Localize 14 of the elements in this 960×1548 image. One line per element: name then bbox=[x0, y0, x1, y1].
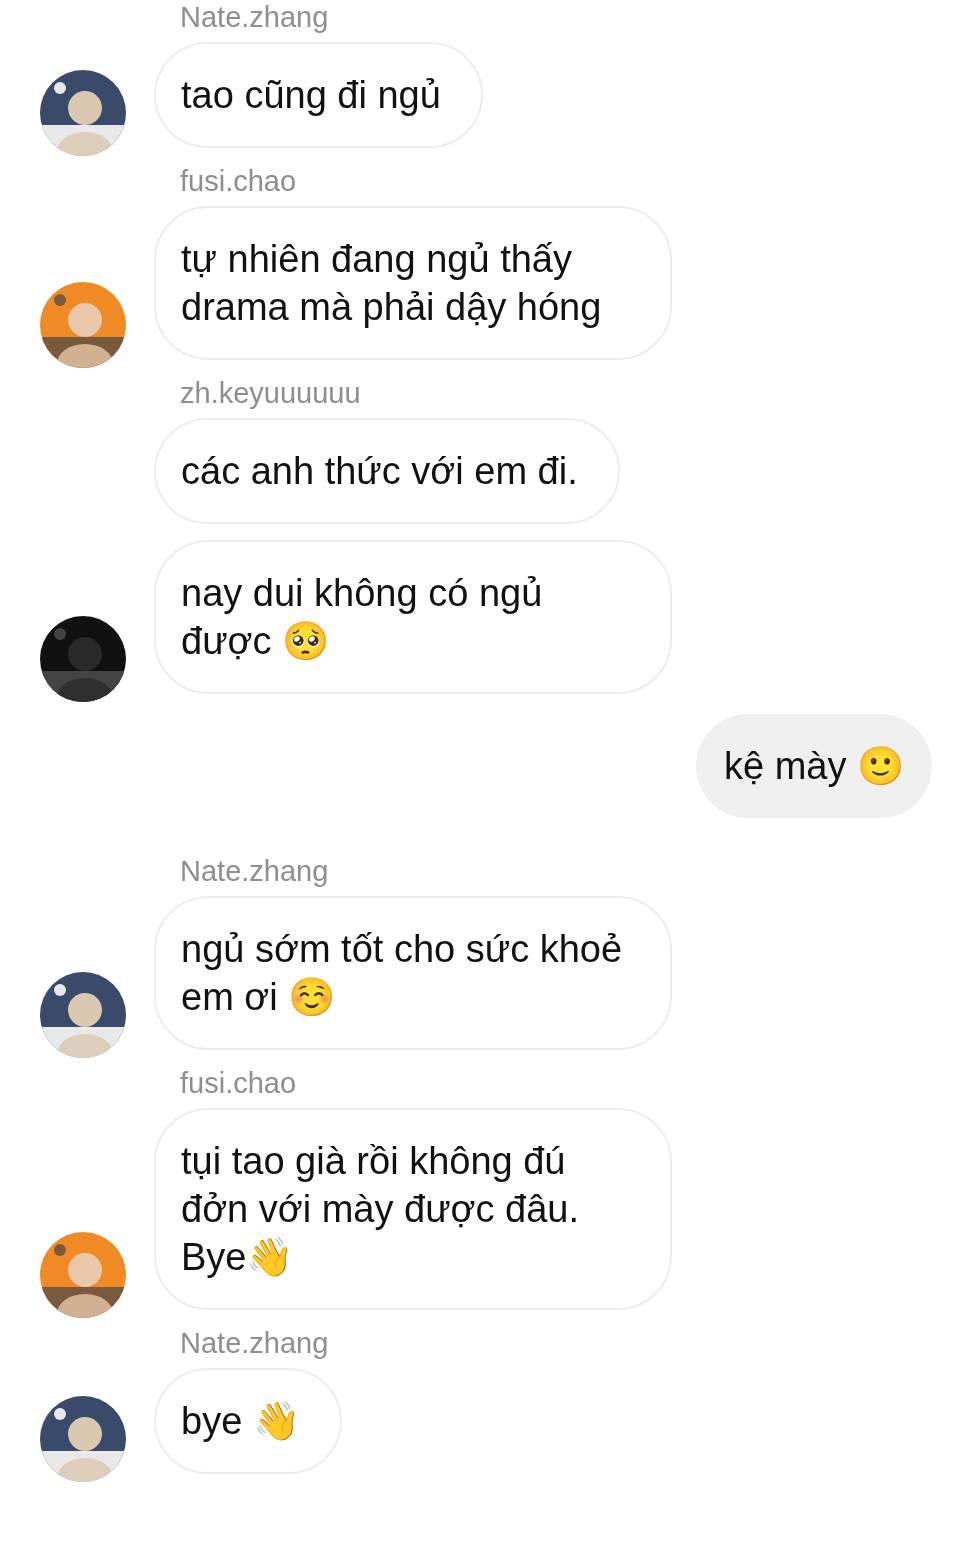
message-bubble: bye 👋 bbox=[154, 1368, 342, 1474]
sender-name: Nate.zhang bbox=[180, 854, 330, 888]
message-bubble: kệ mày 🙂 bbox=[695, 714, 932, 818]
sender-name: fusi.chao bbox=[180, 164, 298, 198]
message-bubble: tự nhiên đang ngủ thấy drama mà phải dậy hóng bbox=[154, 206, 672, 360]
message-bubble: tao cũng đi ngủ bbox=[154, 42, 483, 148]
sender-name: zh.keyuuuuuu bbox=[180, 376, 362, 410]
message-bubble: các anh thức với em đi. bbox=[154, 418, 620, 524]
message-bubble: nay dui không có ngủ được 🥺 bbox=[154, 540, 672, 694]
sender-name: fusi.chao bbox=[180, 1066, 298, 1100]
sender-name: Nate.zhang bbox=[180, 1326, 330, 1360]
sender-name: Nate.zhang bbox=[180, 0, 330, 34]
message-bubble: ngủ sớm tốt cho sức khoẻ em ơi ☺ bbox=[154, 896, 672, 1050]
message-bubble: tụi tao già rồi không đú đởn với mày được đâu. Bye👋 bbox=[154, 1108, 672, 1310]
